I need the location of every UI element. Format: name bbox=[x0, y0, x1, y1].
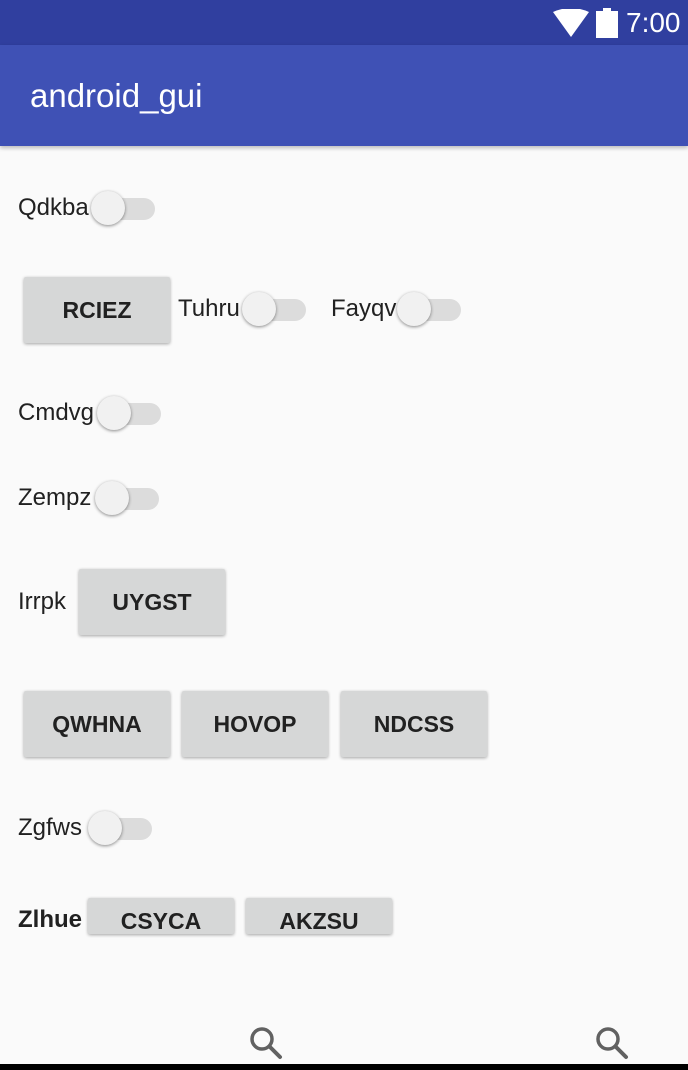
battery-icon bbox=[596, 8, 618, 38]
switch-thumb bbox=[91, 191, 125, 225]
status-time: 7:00 bbox=[626, 7, 681, 38]
zlhue-label: Zlhue bbox=[18, 906, 82, 933]
status-bar: 7:00 bbox=[0, 0, 688, 45]
navigation-strip bbox=[0, 1064, 688, 1070]
search-icon[interactable] bbox=[249, 1026, 283, 1060]
search-icon[interactable] bbox=[595, 1026, 629, 1060]
switch-label-fayqv: Fayqv bbox=[331, 295, 397, 322]
switch-thumb bbox=[242, 292, 276, 326]
switch-label-tuhru: Tuhru bbox=[178, 295, 240, 322]
hovop-button[interactable]: HOVOP bbox=[182, 691, 328, 757]
switch-zgfws[interactable] bbox=[88, 806, 154, 846]
app-bar: android_gui bbox=[0, 45, 688, 146]
ndcss-button[interactable]: NDCSS bbox=[341, 691, 487, 757]
qwhna-button[interactable]: QWHNA bbox=[24, 691, 170, 757]
switch-thumb bbox=[88, 811, 122, 845]
content-area: Qdkba RCIEZ Tuhru Fayqv Cmdvg Zempz Irrp… bbox=[0, 146, 688, 1035]
irrpk-label: Irrpk bbox=[18, 588, 66, 615]
switch-thumb bbox=[97, 396, 131, 430]
wifi-icon bbox=[553, 9, 589, 37]
switch-fayqv[interactable] bbox=[397, 287, 463, 327]
switch-cmdvg[interactable] bbox=[97, 391, 163, 431]
switch-label-zgfws: Zgfws bbox=[18, 814, 83, 841]
rciez-button[interactable]: RCIEZ bbox=[24, 277, 170, 343]
switch-thumb bbox=[95, 481, 129, 515]
switch-label-qdkba: Qdkba bbox=[18, 194, 89, 221]
akzsu-button[interactable]: AKZSU bbox=[246, 898, 392, 934]
bottom-bar bbox=[0, 1006, 688, 1070]
switch-qdkba[interactable] bbox=[91, 186, 157, 226]
uygst-button[interactable]: UYGST bbox=[79, 569, 225, 635]
switch-label-zempz: Zempz bbox=[18, 484, 92, 511]
csyca-button[interactable]: CSYCA bbox=[88, 898, 234, 934]
switch-label-cmdvg: Cmdvg bbox=[18, 399, 95, 426]
switch-zempz[interactable] bbox=[95, 476, 161, 516]
switch-tuhru[interactable] bbox=[242, 287, 308, 327]
app-title: android_gui bbox=[30, 77, 203, 114]
switch-thumb bbox=[397, 292, 431, 326]
